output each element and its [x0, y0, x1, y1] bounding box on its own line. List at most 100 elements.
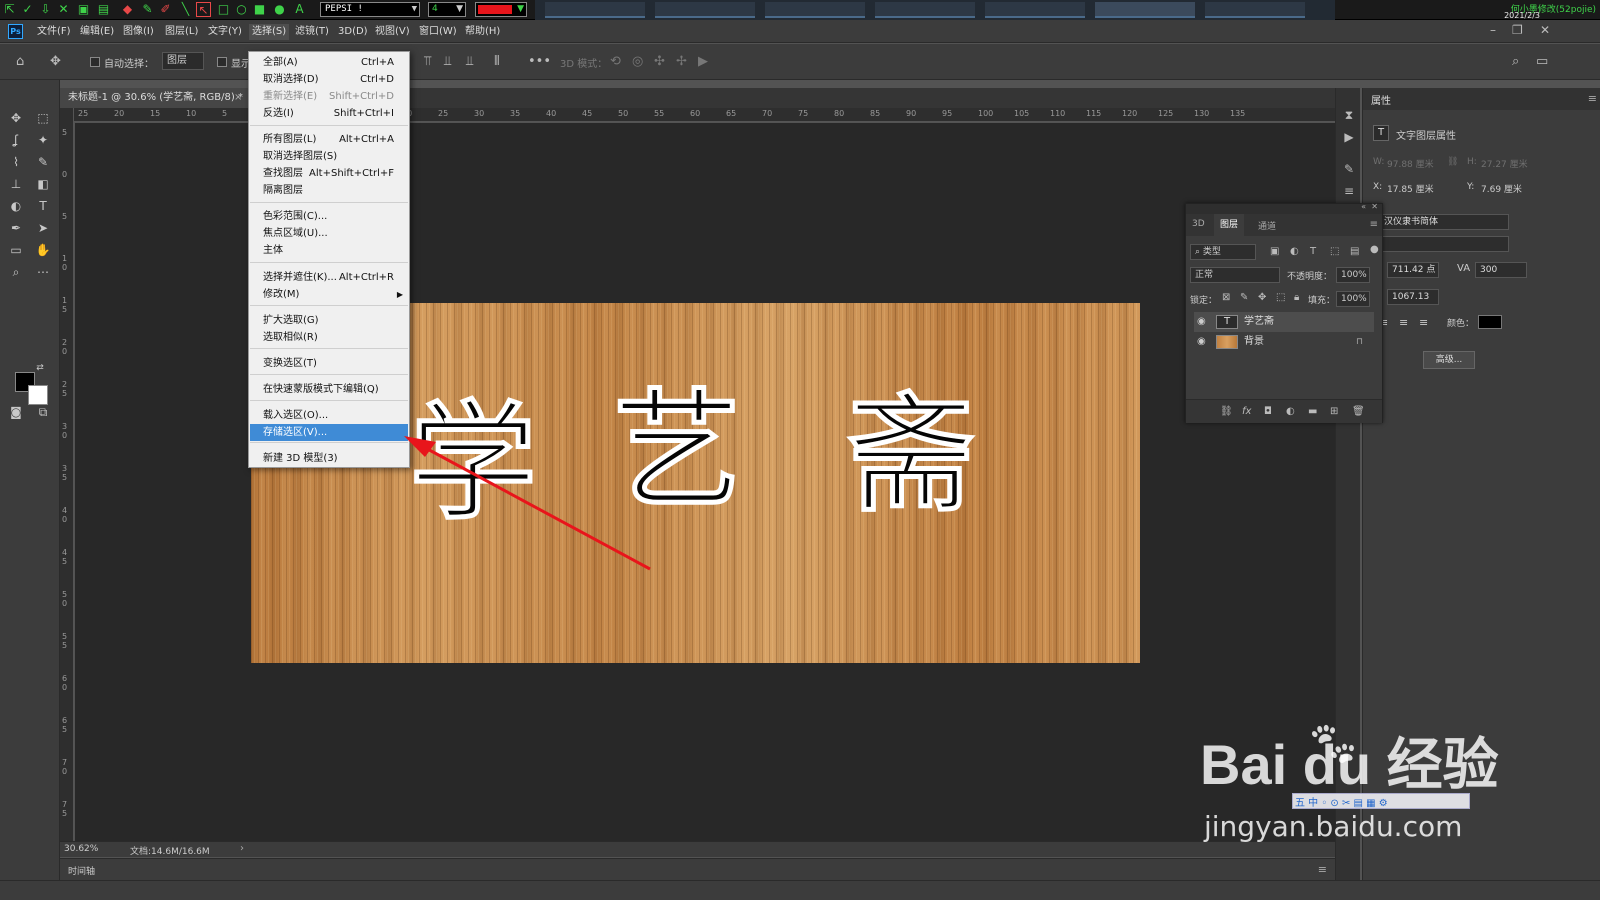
brush-tool-icon[interactable]: ✎	[33, 152, 53, 172]
line-icon[interactable]: ╲	[178, 2, 193, 17]
auto-select-checkbox[interactable]	[90, 57, 100, 67]
select-menu-item[interactable]: 所有图层(L) Alt+Ctrl+A	[250, 131, 408, 148]
menu-view[interactable]: 视图(V)	[372, 24, 413, 40]
filter-toggle-icon[interactable]: ●	[1370, 244, 1379, 255]
select-menu-item[interactable]: 取消选择图层(S)	[250, 148, 408, 165]
font-size-field[interactable]: 711.42 点	[1387, 262, 1439, 278]
advanced-button[interactable]: 高级...	[1423, 351, 1475, 369]
select-menu-item[interactable]: 取消选择(D) Ctrl+D	[250, 71, 408, 88]
adjust-icon[interactable]: ≡	[1340, 182, 1358, 200]
arrow-tool-icon[interactable]: ↖	[196, 2, 211, 17]
align-right-icon[interactable]: ≡	[1419, 316, 1428, 329]
ime-toolbar[interactable]: 五 中 ◦ ⊙ ✂ ▤ ▦ ⚙	[1292, 793, 1470, 809]
hand-tool-icon[interactable]: ✋	[33, 240, 53, 260]
tab-3d[interactable]: 3D	[1192, 219, 1205, 229]
move-tool-icon[interactable]: ✥	[50, 54, 61, 70]
lock-artboard-icon[interactable]: ⬚	[1276, 292, 1285, 303]
taskbar-item[interactable]	[545, 2, 645, 18]
layer-row-background[interactable]: ◉ 背景 ⊓	[1194, 332, 1374, 352]
distribute-icon[interactable]: ⦀	[494, 54, 500, 70]
search-icon[interactable]: ⌕	[1512, 54, 1519, 70]
layer-row-text[interactable]: ◉ T 学艺斋	[1194, 312, 1374, 332]
properties-tab[interactable]: 属性	[1371, 92, 1391, 107]
tab-channels[interactable]: 通道	[1258, 219, 1276, 232]
pen-icon[interactable]: ✎	[140, 2, 155, 17]
home-icon[interactable]: ⌂	[16, 54, 24, 70]
link-layers-icon[interactable]: ⛓	[1220, 406, 1233, 417]
layers-panel-titlebar[interactable]: « ✕	[1186, 202, 1382, 214]
font-combo[interactable]: PEPSI ! ▼	[320, 2, 420, 17]
ellipse-icon[interactable]: ○	[234, 2, 249, 17]
timeline-label[interactable]: 时间轴	[68, 864, 95, 877]
lock-all-icon[interactable]: 🔒︎	[1294, 292, 1299, 303]
panel-menu-icon[interactable]: ≡	[1588, 92, 1597, 105]
save-icon[interactable]: ▣	[76, 2, 91, 17]
minimize-icon[interactable]: –	[1490, 23, 1496, 37]
select-menu-item[interactable]: 全部(A) Ctrl+A	[250, 54, 408, 71]
lock-pixels-icon[interactable]: ✎	[1240, 292, 1248, 303]
new-group-icon[interactable]: ▬	[1308, 406, 1317, 417]
download-icon[interactable]: ⇩	[38, 2, 53, 17]
menu-file[interactable]: 文件(F)	[34, 24, 74, 40]
more-tools-icon[interactable]: ⋯	[33, 262, 53, 282]
eyedropper-icon[interactable]: ⌇	[6, 152, 26, 172]
filled-rectangle-icon[interactable]: ■	[252, 2, 267, 17]
zoom-level[interactable]: 30.62%	[64, 844, 98, 854]
move-tool-icon[interactable]: ✥	[6, 108, 26, 128]
rectangle-icon[interactable]: □	[216, 2, 231, 17]
filter-smart-icon[interactable]: ▤	[1350, 246, 1359, 257]
close-icon[interactable]: ×	[234, 88, 242, 108]
align-bottom-icon[interactable]: ⫫	[466, 54, 473, 70]
taskbar-item[interactable]	[1205, 2, 1305, 18]
path-select-icon[interactable]: ➤	[33, 218, 53, 238]
swap-colors-icon[interactable]: ⇄	[34, 362, 46, 374]
select-menu-item[interactable]: 扩大选取(G)	[250, 312, 408, 329]
w-value[interactable]: 97.88 厘米	[1387, 157, 1434, 170]
select-menu-item[interactable]: 选择并遮住(K)... Alt+Ctrl+R	[250, 269, 408, 286]
brush-settings-icon[interactable]: ✎	[1340, 160, 1358, 178]
pointer-icon[interactable]: ⇱	[2, 2, 17, 17]
gradient-tool-icon[interactable]: ◐	[6, 196, 26, 216]
taskbar-item[interactable]	[1095, 2, 1195, 18]
history-icon[interactable]: ⧗	[1340, 106, 1358, 124]
marquee-tool-icon[interactable]: ⬚	[33, 108, 53, 128]
tab-layers[interactable]: 图层	[1214, 214, 1245, 236]
menu-filter[interactable]: 滤镜(T)	[292, 24, 332, 40]
leading-field[interactable]: 1067.13	[1387, 289, 1439, 305]
font-family-select[interactable]: 汉仪隶书简体	[1379, 214, 1509, 230]
select-menu-item[interactable]: 存储选区(V)...	[250, 424, 408, 441]
text-tool-icon[interactable]: A	[292, 2, 307, 17]
3d-roll-icon[interactable]: ◎	[632, 54, 643, 70]
restore-icon[interactable]: ❐	[1512, 23, 1523, 37]
eraser-tool-icon[interactable]: ◧	[33, 174, 53, 194]
new-layer-icon[interactable]: ⊞	[1330, 406, 1338, 417]
panel-menu-icon[interactable]: ≡	[1370, 219, 1378, 230]
align-middle-icon[interactable]: ⫫	[444, 54, 451, 70]
filter-shape-icon[interactable]: ⬚	[1330, 246, 1339, 257]
filled-ellipse-icon[interactable]: ●	[272, 2, 287, 17]
select-menu-item[interactable]: 隔离图层	[250, 182, 408, 199]
select-menu-item[interactable]: 查找图层 Alt+Shift+Ctrl+F	[250, 165, 408, 182]
lock-position-icon[interactable]: ✥	[1258, 292, 1266, 303]
select-menu-item[interactable]: 变换选区(T)	[250, 355, 408, 372]
menu-layer[interactable]: 图层(L)	[162, 24, 201, 40]
menu-select[interactable]: 选择(S)	[249, 24, 290, 40]
document-tab[interactable]: 未标题-1 @ 30.6% (学艺斋, RGB/8) * ×	[60, 88, 248, 108]
menu-image[interactable]: 图像(I)	[120, 24, 157, 40]
menu-3d[interactable]: 3D(D)	[335, 24, 371, 40]
adjustment-layer-icon[interactable]: ◐	[1286, 406, 1295, 417]
collapse-icon[interactable]: «	[1361, 202, 1366, 211]
select-menu-item[interactable]: 在快速蒙版模式下编辑(Q)	[250, 381, 408, 398]
select-menu-item[interactable]: 主体	[250, 242, 408, 259]
3d-rotate-icon[interactable]: ⟲	[610, 54, 621, 70]
taskbar-item[interactable]	[765, 2, 865, 18]
close-icon[interactable]: ✕	[1371, 202, 1378, 211]
opacity-field[interactable]: 100%	[1336, 267, 1370, 283]
lasso-tool-icon[interactable]: ʆ	[6, 130, 26, 150]
menu-window[interactable]: 窗口(W)	[416, 24, 460, 40]
text-tool-icon[interactable]: T	[33, 196, 53, 216]
select-menu-item[interactable]: 新建 3D 模型(3)	[250, 450, 408, 467]
select-menu-item[interactable]: 反选(I) Shift+Ctrl+I	[250, 105, 408, 122]
close-icon[interactable]: ✕	[1540, 23, 1550, 37]
check-icon[interactable]: ✓	[20, 2, 35, 17]
